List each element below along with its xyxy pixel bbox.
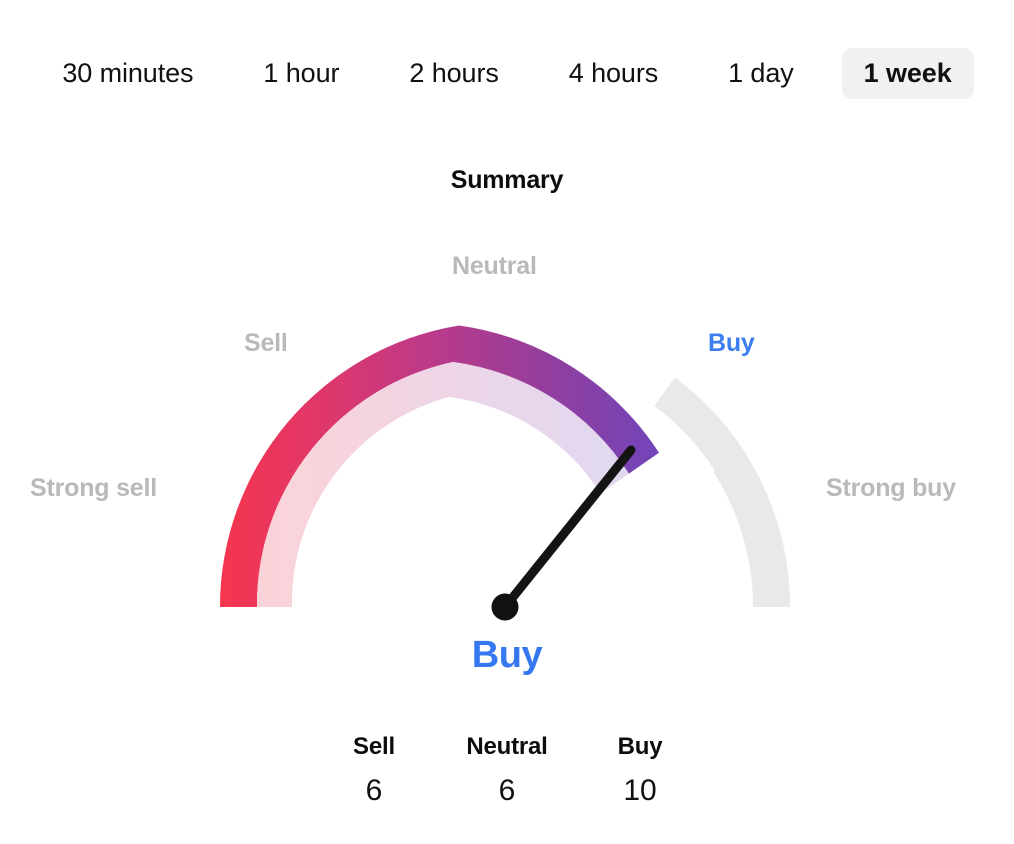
count-label-sell: Sell — [353, 733, 395, 760]
count-value-buy: 10 — [623, 774, 657, 807]
interval-tab-bar: 30 minutes 1 hour 2 hours 4 hours 1 day … — [0, 44, 1014, 102]
count-column-buy: Buy 10 — [574, 732, 707, 806]
count-label-buy: Buy — [617, 733, 663, 760]
count-value-sell: 6 — [365, 774, 383, 807]
gauge-label-strong-buy: Strong buy — [826, 474, 956, 502]
tab-1-hour[interactable]: 1 hour — [241, 48, 361, 99]
tab-1-week[interactable]: 1 week — [841, 47, 974, 99]
count-column-sell: Sell 6 — [308, 732, 441, 806]
gauge-label-buy: Buy — [708, 329, 755, 357]
tab-2-hours[interactable]: 2 hours — [387, 48, 520, 99]
page-title: Summary — [450, 166, 564, 194]
gauge-graphic — [219, 325, 791, 621]
tab-4-hours[interactable]: 4 hours — [547, 48, 680, 99]
summary-gauge: Strong sell Sell Neutral Buy Strong buy — [0, 228, 1014, 648]
count-label-neutral: Neutral — [466, 733, 548, 760]
gauge-label-neutral: Neutral — [452, 252, 537, 280]
signal-counts: Sell 6 Neutral 6 Buy 10 — [0, 732, 1014, 806]
gauge-track — [713, 451, 790, 607]
tab-30-minutes[interactable]: 30 minutes — [40, 48, 215, 99]
count-column-neutral: Neutral 6 — [441, 732, 574, 806]
tab-1-day[interactable]: 1 day — [706, 48, 816, 99]
summary-verdict: Buy — [471, 634, 543, 676]
gauge-label-sell: Sell — [244, 329, 288, 357]
gauge-needle — [491, 445, 636, 621]
count-value-neutral: 6 — [498, 774, 516, 807]
gauge-label-strong-sell: Strong sell — [30, 474, 157, 502]
gauge-needle-pivot — [491, 593, 519, 621]
